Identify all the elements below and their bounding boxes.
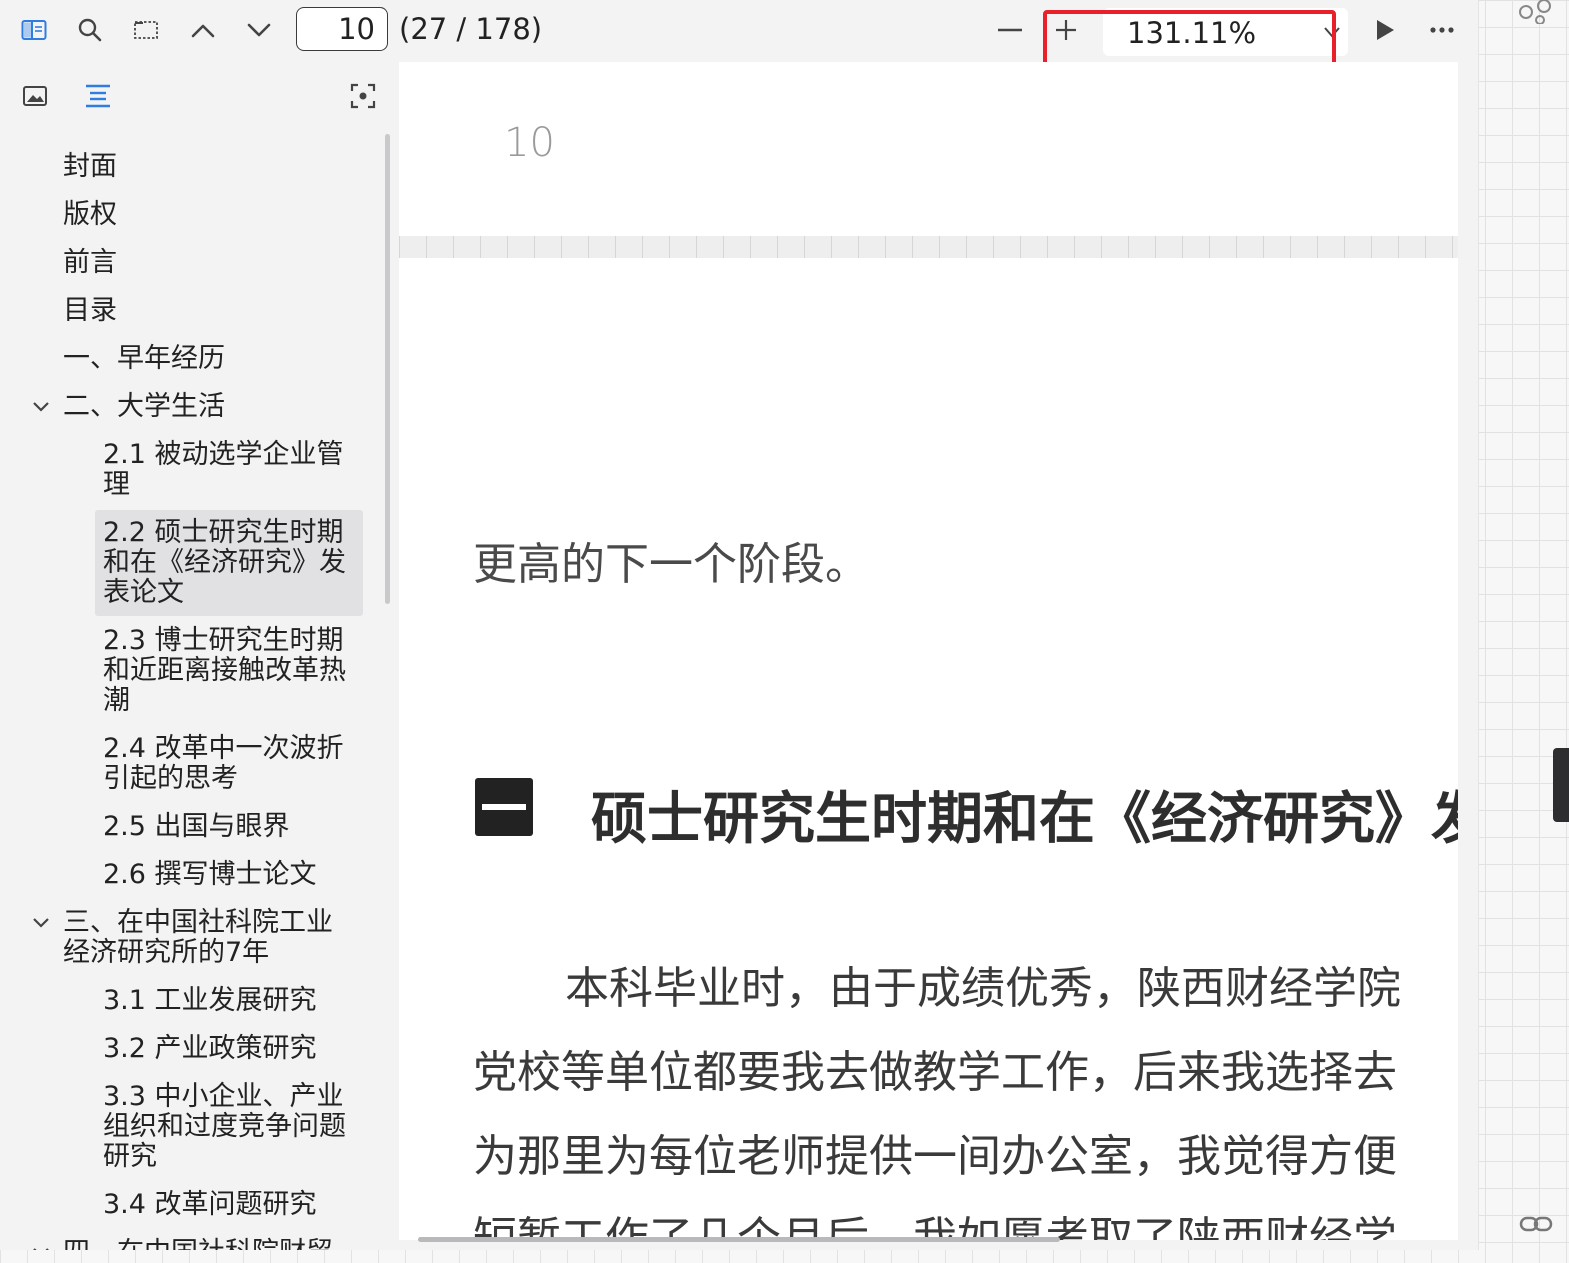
toc-item[interactable]: 3.2 产业政策研究 [103, 1034, 317, 1064]
locate-icon[interactable] [343, 76, 383, 116]
sidebar-tabs [0, 62, 398, 130]
nodes-icon[interactable] [1518, 0, 1554, 25]
body-line: 本科毕业时，由于成绩优秀，陕西财经学院 [565, 963, 1401, 1014]
chevron-down-icon[interactable] [30, 396, 52, 418]
toc-item[interactable]: 四、在中国社科院财贸 [63, 1238, 333, 1251]
pdf-viewer: (27 / 178) 131.11% [0, 0, 1479, 1250]
pdf-page: 10 [399, 62, 1458, 236]
sidebar: 封面 版权 前言 目录 一、早年经历 二、大学生活 2.1 被动选学企业管理 2… [0, 62, 398, 1250]
chevron-down-icon[interactable] [30, 912, 52, 934]
toc-item[interactable]: 一、早年经历 [63, 344, 225, 374]
toc-item[interactable]: 版权 [63, 200, 117, 230]
section-number-badge [475, 778, 533, 836]
toc-item[interactable]: 2.1 被动选学企业管理 [103, 440, 358, 500]
page-number-input[interactable] [296, 7, 388, 51]
sidebar-toggle-icon[interactable] [14, 10, 54, 50]
pdf-page: 更高的下一个阶段。 硕士研究生时期和在《经济研究》发 本科毕业时，由于成绩优秀，… [399, 258, 1458, 1240]
toolbar: (27 / 178) 131.11% [0, 0, 1478, 74]
chevron-down-icon[interactable] [239, 10, 279, 50]
toc-item[interactable]: 目录 [63, 296, 117, 326]
document-view[interactable]: 10 更高的下一个阶段。 硕士研究生时期和在《经济研究》发 本科毕业时，由于成绩… [399, 62, 1458, 1240]
outline-icon[interactable] [78, 76, 118, 116]
toc-item[interactable]: 3.4 改革问题研究 [103, 1190, 317, 1220]
toc-item[interactable]: 2.5 出国与眼界 [103, 812, 290, 842]
page-gap [399, 236, 1458, 258]
toc-item[interactable]: 二、大学生活 [63, 392, 225, 422]
chevron-down-icon[interactable] [30, 1242, 52, 1250]
sidebar-scrollbar[interactable] [385, 134, 390, 604]
thumbnail-icon[interactable] [15, 76, 55, 116]
page-number-label: 10 [504, 120, 555, 166]
play-icon[interactable] [1365, 10, 1405, 50]
body-line: 党校等单位都要我去做教学工作，后来我选择去 [473, 1047, 1397, 1098]
search-icon[interactable] [70, 10, 110, 50]
chevron-up-icon[interactable] [183, 10, 223, 50]
body-line: 为那里为每位老师提供一间办公室，我觉得方便 [473, 1131, 1397, 1182]
body-line: 短暂工作了几个月后，我如愿考取了陕西财经学 [473, 1213, 1397, 1240]
toc-item-selected[interactable]: 2.2 硕士研究生时期和在《经济研究》发表论文 [95, 510, 363, 616]
toc-item[interactable]: 3.3 中小企业、产业组织和过度竞争问题研究 [103, 1082, 361, 1172]
page-count: (27 / 178) [399, 12, 543, 46]
toc-item[interactable]: 2.4 改革中一次波折引起的思考 [103, 734, 358, 794]
toc-item[interactable]: 前言 [63, 248, 117, 278]
area-select-icon[interactable] [126, 10, 166, 50]
side-handle[interactable] [1553, 748, 1569, 822]
toc-item[interactable]: 3.1 工业发展研究 [103, 986, 317, 1016]
horizontal-scrollbar[interactable] [418, 1237, 1060, 1242]
toc-item[interactable]: 2.6 撰写博士论文 [103, 860, 317, 890]
minus-icon[interactable] [990, 10, 1030, 50]
toc-item[interactable]: 封面 [63, 152, 117, 182]
section-title: 硕士研究生时期和在《经济研究》发 [591, 787, 1458, 852]
toc-item[interactable]: 三、在中国社科院工业经济研究所的7年 [63, 908, 358, 968]
toc-item[interactable]: 2.3 博士研究生时期和近距离接触改革热潮 [103, 626, 361, 716]
link-icon[interactable] [1518, 1210, 1554, 1238]
body-line: 更高的下一个阶段。 [473, 539, 869, 590]
more-icon[interactable] [1422, 10, 1462, 50]
